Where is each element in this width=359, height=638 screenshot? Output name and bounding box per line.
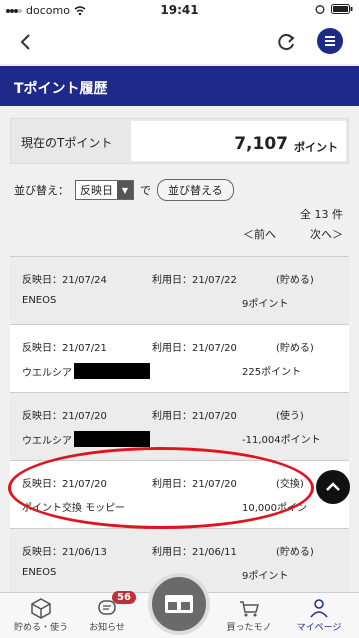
chevron-left-icon: [20, 34, 30, 50]
points-amount: -11,004ポイント: [242, 435, 321, 446]
tab-label: 買ったモノ: [226, 623, 272, 633]
history-row[interactable]: 反映日：21/07/24 利用日：21/07/22 (貯める) ENEOS 9ポ…: [10, 257, 349, 325]
tab-notices[interactable]: 56 お知らせ: [72, 591, 142, 633]
next-link[interactable]: 次へ＞: [310, 226, 343, 242]
store-name: ENEOS: [22, 295, 57, 306]
points-value: 7,107: [234, 134, 288, 154]
dropdown-arrow-icon: ▼: [117, 181, 133, 199]
chevron-up-icon: [326, 482, 340, 491]
status-right: [315, 4, 353, 14]
tab-purchased[interactable]: 買ったモノ: [214, 597, 284, 633]
current-points-box: 現在のTポイント 7,107 ポイント: [10, 118, 349, 164]
transaction-type: (貯める): [276, 547, 314, 558]
store-name: ENEOS: [22, 567, 57, 578]
tab-earn-use[interactable]: 貯める・使う: [6, 597, 76, 633]
cube-icon: [31, 598, 51, 619]
points-unit: ポイント: [294, 141, 338, 154]
tab-label: マイページ: [296, 623, 342, 633]
history-list: 反映日：21/07/24 利用日：21/07/22 (貯める) ENEOS 9ポ…: [10, 256, 349, 596]
highlight-annotation: [8, 447, 314, 529]
back-button[interactable]: [14, 30, 38, 54]
tab-mypage[interactable]: マイページ: [284, 597, 354, 633]
cart-icon: [240, 601, 259, 617]
transaction-type: (貯める): [276, 343, 314, 354]
tab-bar: 貯める・使う 56 お知らせ 買ったモノ マイページ: [0, 573, 359, 638]
reflect-date: 反映日：21/07/21: [22, 343, 107, 354]
tab-label: 貯める・使う: [13, 623, 68, 633]
nav-bar: [0, 20, 359, 64]
points-amount: 9ポイント: [242, 299, 289, 310]
card-icon: [165, 595, 193, 613]
used-date: 利用日：21/06/11: [152, 547, 237, 558]
reload-button[interactable]: [275, 30, 299, 54]
person-icon: [310, 599, 328, 618]
hamburger-icon: [325, 36, 335, 46]
points-amount: 225ポイント: [242, 367, 302, 378]
sort-row: 並び替え： 反映日 ▼ で 並び替える: [14, 178, 349, 202]
status-bar: docomo 19:41: [0, 0, 359, 20]
tab-label: お知らせ: [89, 623, 125, 633]
points-value-area: 7,107 ポイント: [131, 121, 346, 161]
reflect-date: 反映日：21/07/20: [22, 411, 107, 422]
notice-badge: 56: [112, 591, 136, 604]
reflect-date: 反映日：21/07/24: [22, 275, 107, 286]
menu-button[interactable]: [317, 28, 343, 54]
used-date: 利用日：21/07/20: [152, 343, 237, 354]
sort-button[interactable]: 並び替える: [157, 179, 234, 201]
redaction-bar: [74, 363, 150, 379]
reload-icon: [278, 34, 295, 51]
page-title: Tポイント履歴: [0, 66, 359, 106]
transaction-type: (貯める): [276, 275, 314, 286]
used-date: 利用日：21/07/20: [152, 411, 237, 422]
card-button[interactable]: [148, 573, 210, 635]
redaction-bar: [74, 431, 150, 447]
reflect-date: 反映日：21/06/13: [22, 547, 107, 558]
used-date: 利用日：21/07/22: [152, 275, 237, 286]
sort-select[interactable]: 反映日 ▼: [75, 180, 134, 200]
alarm-icon: [315, 5, 325, 14]
history-row[interactable]: 反映日：21/07/21 利用日：21/07/20 (貯める) ウエルシア 22…: [10, 325, 349, 393]
result-count: 全 13 件: [300, 208, 343, 221]
battery-icon: [331, 4, 353, 14]
points-label: 現在のTポイント: [21, 136, 113, 150]
scroll-to-top-button[interactable]: [316, 470, 350, 504]
pager: ＜前へ 次へ＞: [243, 226, 343, 242]
sort-label: 並び替え：: [14, 184, 69, 197]
sort-connector: で: [140, 184, 151, 197]
clock: 19:41: [160, 3, 199, 17]
prev-link[interactable]: ＜前へ: [243, 226, 276, 242]
transaction-type: (使う): [276, 411, 304, 422]
points-amount: 9ポイント: [242, 571, 289, 582]
store-name: ウエルシア: [22, 363, 150, 379]
sort-selected: 反映日: [80, 184, 113, 197]
store-name: ウエルシア: [22, 431, 150, 447]
